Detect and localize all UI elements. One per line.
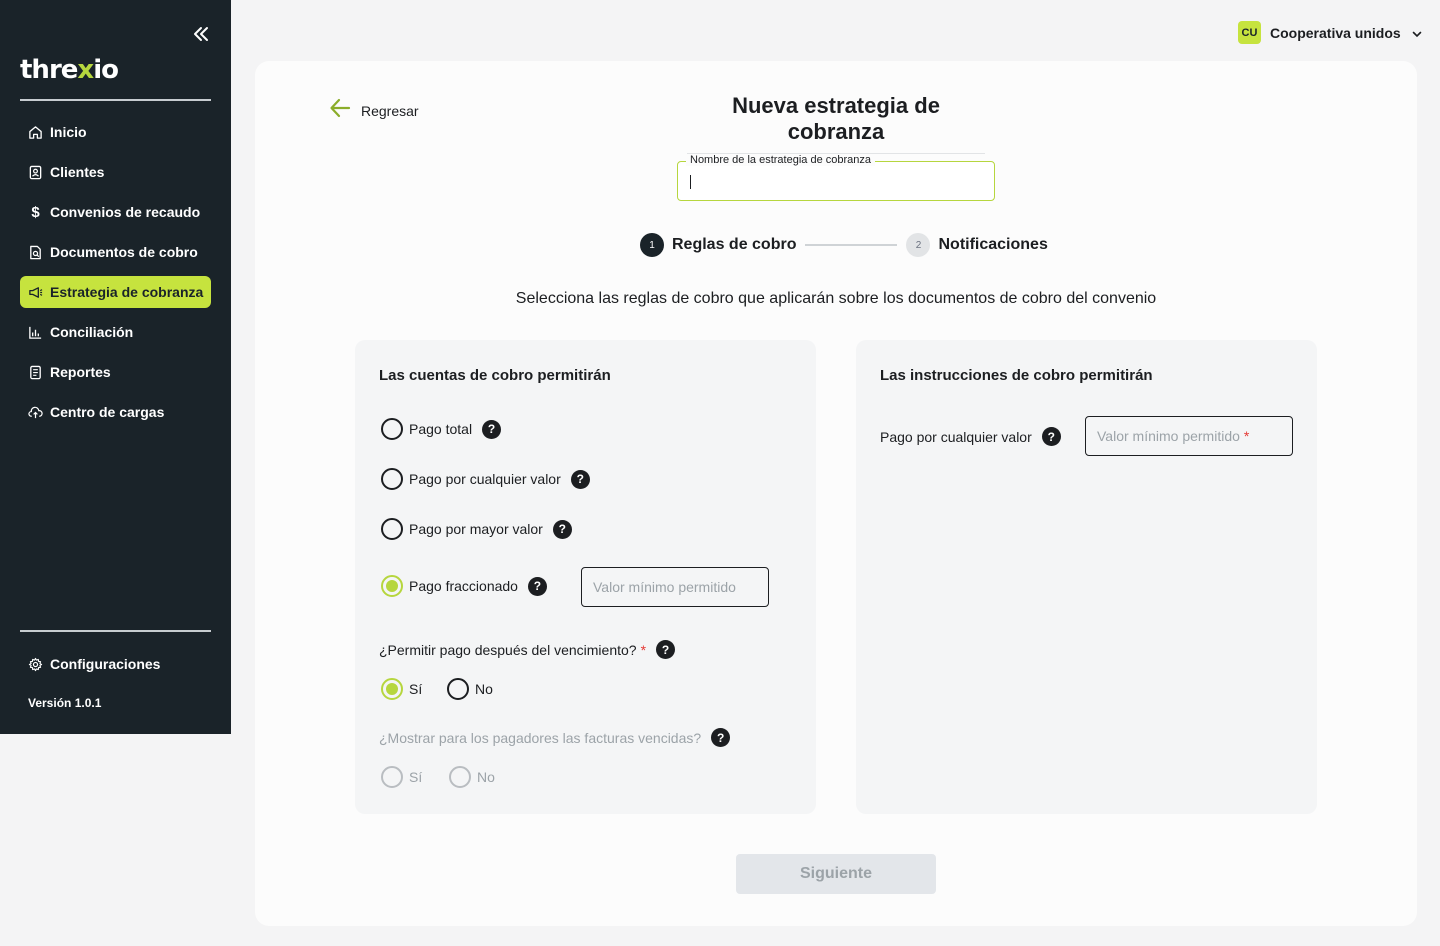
logo: threxio (20, 55, 119, 85)
step-2-number: 2 (906, 233, 931, 257)
sidebar-item-centro-cargas[interactable]: Centro de cargas (20, 396, 211, 428)
avatar: CU (1238, 21, 1261, 44)
instructions-panel: Las instrucciones de cobro permitirán Pa… (856, 340, 1317, 814)
report-icon (28, 365, 43, 380)
instruction-option-any-value: Pago por cualquier valor ? (880, 427, 1061, 446)
chevron-down-icon (1411, 27, 1423, 39)
help-icon[interactable]: ? (482, 419, 502, 439)
strategy-name-input[interactable] (678, 162, 994, 200)
option-after-due-no: No (447, 678, 493, 700)
radio-pago-total[interactable] (381, 418, 403, 440)
user-name: Cooperativa unidos (1270, 24, 1401, 41)
sidebar-item-reportes[interactable]: Reportes (20, 356, 211, 388)
sidebar-item-clientes[interactable]: Clientes (20, 156, 211, 188)
arrow-left-icon (329, 97, 351, 124)
document-search-icon (28, 245, 43, 260)
text-caret (690, 175, 691, 189)
option-pago-total: Pago total ? (381, 418, 502, 440)
help-icon[interactable]: ? (552, 519, 572, 539)
sidebar-nav: Inicio Clientes $ Convenios de recaudo D… (20, 116, 211, 436)
radio-show-overdue-yes[interactable] (381, 766, 403, 788)
step-connector (805, 244, 898, 246)
help-icon[interactable]: ? (656, 640, 676, 659)
sidebar-item-documentos[interactable]: Documentos de cobro (20, 236, 211, 268)
home-icon (28, 125, 43, 140)
settings-section: Configuraciones (20, 648, 211, 688)
question-show-overdue: ¿Mostrar para los pagadores las facturas… (379, 728, 731, 747)
sidebar-item-estrategia[interactable]: Estrategia de cobranza (20, 276, 211, 308)
help-icon[interactable]: ? (711, 728, 731, 747)
option-pago-fraccionado: Pago fraccionado ? (381, 575, 547, 597)
main-card: Regresar Nueva estrategia de cobranza No… (255, 61, 1417, 926)
clients-icon (28, 165, 43, 180)
radio-after-due-yes[interactable] (381, 678, 403, 700)
instructions-panel-title: Las instrucciones de cobro permitirán (880, 367, 1153, 384)
option-show-overdue-no: No (449, 766, 495, 788)
back-label: Regresar (361, 102, 419, 119)
strategy-name-label: Nombre de la estrategia de cobranza (686, 154, 875, 166)
radio-show-overdue-no[interactable] (449, 766, 471, 788)
strategy-name-field[interactable]: Nombre de la estrategia de cobranza (677, 154, 995, 201)
sidebar-item-convenios[interactable]: $ Convenios de recaudo (20, 196, 211, 228)
radio-pago-mayor-valor[interactable] (381, 518, 403, 540)
option-after-due-yes: Sí (381, 678, 422, 700)
collapse-sidebar-icon[interactable] (190, 23, 212, 45)
gear-icon (28, 657, 43, 672)
radio-after-due-no[interactable] (447, 678, 469, 700)
cloud-upload-icon (28, 405, 43, 420)
accounts-panel-title: Las cuentas de cobro permitirán (379, 367, 611, 384)
help-icon[interactable]: ? (527, 576, 547, 596)
sidebar-divider-bottom (20, 630, 211, 632)
option-show-overdue-yes: Sí (381, 766, 422, 788)
dollar-icon: $ (31, 203, 40, 221)
required-asterisk: * (1243, 428, 1250, 444)
app-version: Versión 1.0.1 (28, 696, 102, 710)
option-pago-mayor-valor: Pago por mayor valor ? (381, 518, 572, 540)
step-1-label: Reglas de cobro (672, 236, 797, 253)
radio-pago-fraccionado[interactable] (381, 575, 403, 597)
step-2-label: Notificaciones (938, 236, 1048, 253)
question-payment-after-due: ¿Permitir pago después del vencimiento? *… (379, 640, 676, 659)
accounts-panel: Las cuentas de cobro permitirán Pago tot… (355, 340, 816, 814)
stepper: 1 Reglas de cobro 2 Notificaciones (640, 233, 1048, 257)
option-pago-cualquier-valor: Pago por cualquier valor ? (381, 468, 590, 490)
page-subtitle: Selecciona las reglas de cobro que aplic… (515, 290, 1157, 307)
help-icon[interactable]: ? (1041, 427, 1061, 446)
sidebar-item-configuraciones[interactable]: Configuraciones (20, 648, 211, 680)
sidebar-item-conciliacion[interactable]: Conciliación (20, 316, 211, 348)
sidebar: threxio Inicio Clientes $ Convenios de r… (0, 0, 231, 734)
megaphone-icon (28, 285, 43, 300)
sidebar-divider (20, 99, 211, 101)
chart-icon (28, 325, 43, 340)
required-asterisk: * (640, 641, 647, 658)
step-1-number: 1 (640, 233, 664, 257)
back-button[interactable]: Regresar (329, 97, 419, 124)
instruction-min-value-input[interactable]: Valor mínimo permitido * (1085, 416, 1293, 456)
user-menu[interactable]: CU Cooperativa unidos (1238, 21, 1423, 44)
next-button[interactable]: Siguiente (736, 854, 936, 894)
radio-pago-cualquier-valor[interactable] (381, 468, 403, 490)
sidebar-item-inicio[interactable]: Inicio (20, 116, 211, 148)
help-icon[interactable]: ? (570, 469, 590, 489)
fraction-min-value-input[interactable]: Valor mínimo permitido (581, 567, 769, 607)
page-title: Nueva estrategia de cobranza (687, 93, 985, 154)
